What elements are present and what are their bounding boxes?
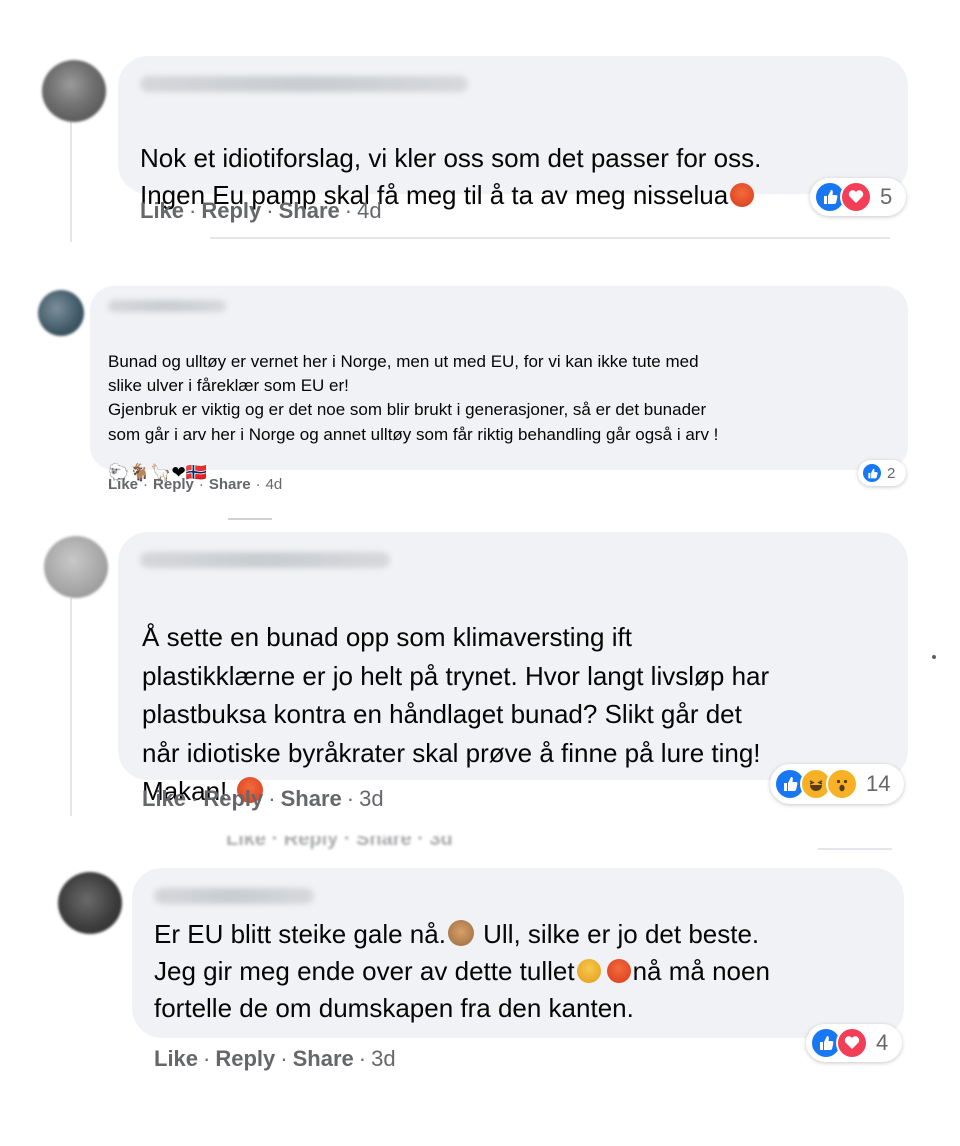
like-link[interactable]: Like — [142, 786, 186, 811]
like-link[interactable]: Like — [108, 476, 138, 493]
reply-link[interactable]: Reply — [203, 786, 263, 811]
comment-bubble: Er EU blitt steike gale nå. Ull, silke e… — [132, 868, 904, 1038]
timestamp[interactable]: 4d — [266, 476, 283, 493]
share-link[interactable]: Share — [293, 1046, 354, 1071]
like-reaction-icon — [861, 462, 883, 484]
angry-emoji-icon — [730, 183, 755, 208]
avatar[interactable] — [38, 290, 84, 336]
like-link[interactable]: Like — [140, 198, 184, 223]
author-name[interactable] — [140, 76, 468, 92]
reactions-summary[interactable]: 5 — [810, 178, 906, 216]
ghost-actions-row: Like · Reply · Share · 3d — [226, 836, 453, 850]
like-link[interactable]: Like — [154, 1046, 198, 1071]
divider — [210, 237, 890, 239]
comment-actions: Like · Reply · Share · 4d — [140, 198, 382, 223]
avatar[interactable] — [44, 536, 108, 598]
thread-line — [70, 122, 72, 242]
comment-text: Å sette en bunad opp som klimaversting i… — [142, 622, 770, 807]
comment-text: Bunad og ulltøy er vernet her i Norge, m… — [108, 352, 719, 444]
timestamp[interactable]: 3d — [371, 1046, 395, 1071]
love-reaction-icon — [836, 1027, 868, 1059]
reactions-summary[interactable]: 2 — [858, 460, 906, 486]
reaction-count: 14 — [866, 771, 891, 796]
angry-emoji-icon — [606, 959, 631, 984]
reply-link[interactable]: Reply — [201, 198, 261, 223]
comment-bubble: Å sette en bunad opp som klimaversting i… — [118, 532, 908, 806]
avatar[interactable] — [58, 872, 122, 934]
avatar[interactable] — [42, 60, 106, 122]
author-name[interactable] — [154, 888, 314, 904]
thread-line — [70, 598, 72, 816]
see-no-evil-monkey-icon — [447, 920, 474, 946]
stray-dot — [932, 655, 936, 659]
reactions-summary[interactable]: 14 — [770, 764, 904, 804]
comment-actions: Like · Reply · Share · 4d — [108, 476, 283, 493]
wow-reaction-icon — [826, 768, 858, 800]
comment-actions: Like · Reply · Share · 3d — [142, 786, 384, 811]
reply-link[interactable]: Reply — [215, 1046, 275, 1071]
comment-text: Er EU blitt steike gale nå. Ull, silke e… — [154, 919, 770, 1024]
comment-bubble: Bunad og ulltøy er vernet her i Norge, m… — [90, 286, 908, 482]
author-name[interactable] — [140, 552, 390, 568]
divider — [228, 518, 272, 520]
share-link[interactable]: Share — [209, 476, 251, 493]
author-name[interactable] — [108, 300, 226, 312]
frowning-emoji-icon — [576, 959, 601, 984]
comment-actions: Like · Reply · Share · 3d — [154, 1046, 396, 1071]
reaction-count: 4 — [876, 1030, 889, 1055]
comment-bubble: Nok et idiotiforslag, vi kler oss som de… — [118, 56, 908, 210]
reactions-summary[interactable]: 4 — [806, 1024, 902, 1062]
reaction-count: 5 — [880, 184, 893, 209]
timestamp[interactable]: 4d — [357, 198, 381, 223]
divider — [818, 848, 892, 850]
love-reaction-icon — [840, 181, 872, 213]
reply-link[interactable]: Reply — [153, 476, 194, 493]
share-link[interactable]: Share — [281, 786, 342, 811]
share-link[interactable]: Share — [279, 198, 340, 223]
timestamp[interactable]: 3d — [359, 786, 383, 811]
reaction-count: 2 — [887, 464, 896, 482]
